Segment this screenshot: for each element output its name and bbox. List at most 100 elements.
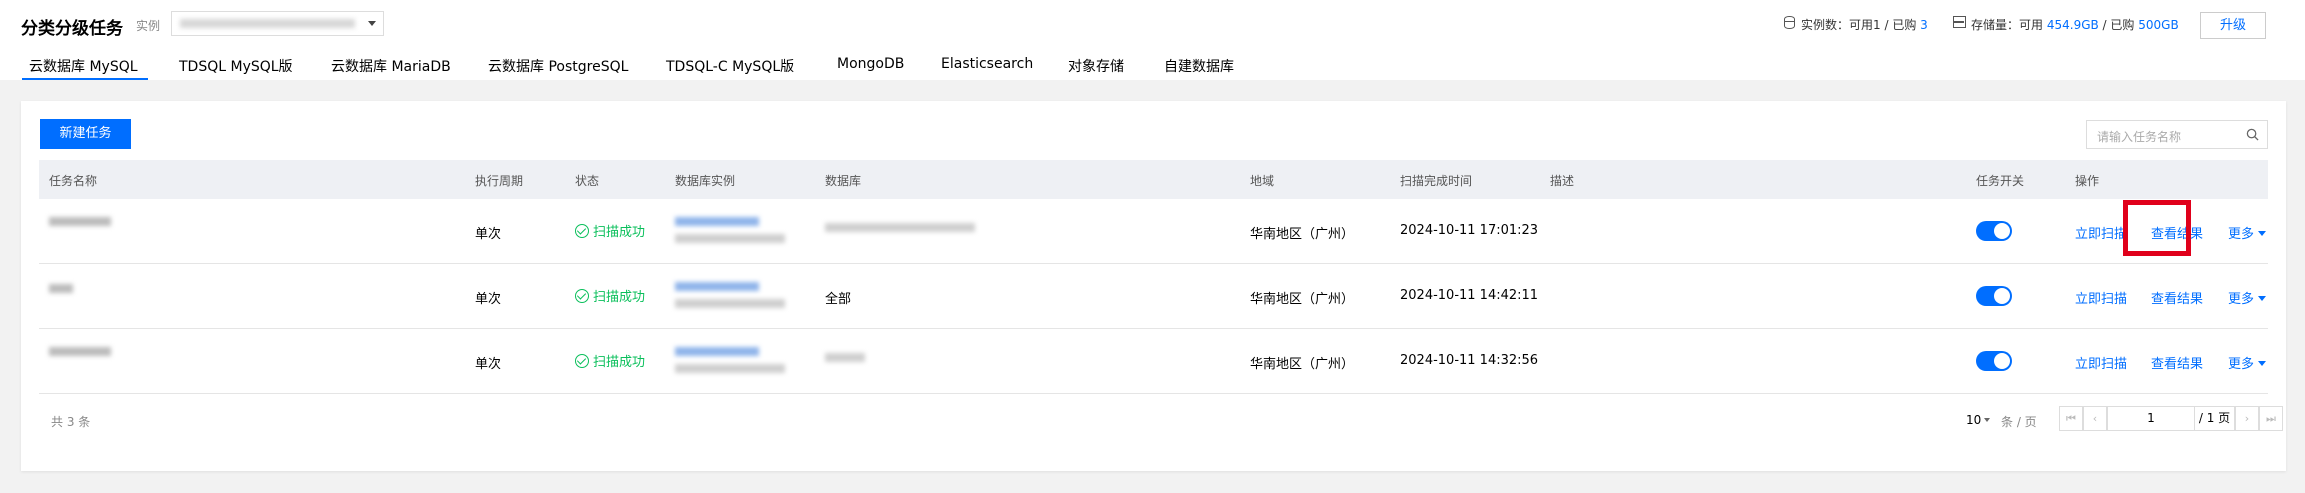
storage-sep: / 已购 [2098,18,2135,32]
storage-purchased: 500GB [2138,18,2179,32]
status-badge: 扫描成功 [575,221,645,240]
storage-available: 454.9GB [2046,18,2099,32]
caret-down-icon [2258,361,2267,366]
instance-link-redacted[interactable] [675,217,759,226]
page-header: 分类分级任务 实例 实例数：可用1 / 已购 3 存储量：可用 454.9GB … [0,0,2305,80]
finished-time-cell: 2024-10-11 17:01:23 [1400,223,1539,238]
task-name-redacted [49,284,73,293]
toggle-knob [1994,353,2010,369]
col-switch: 任务开关 [1976,174,2025,188]
scan-now-link[interactable]: 立即扫描 [2075,223,2127,242]
col-task-name: 任务名称 [49,174,98,188]
toggle-knob [1994,223,2010,239]
region-cell: 华南地区（广州） [1250,357,1355,372]
highlight-box [2123,200,2191,256]
tab-postgresql[interactable]: 云数据库 PostgreSQL [488,56,628,76]
col-instance: 数据库实例 [675,174,736,188]
tab-mysql[interactable]: 云数据库 MySQL [29,56,138,76]
tab-elasticsearch[interactable]: Elasticsearch [941,56,1033,72]
upgrade-button[interactable]: 升级 [2200,12,2266,39]
storage-quota-label: 存储量：可用 [1971,18,2044,32]
col-actions: 操作 [2075,174,2100,188]
instance-link-redacted[interactable] [675,347,759,356]
tab-self-built-db[interactable]: 自建数据库 [1164,56,1234,76]
caret-down-icon [1984,418,1991,422]
status-text: 扫描成功 [593,355,646,370]
tab-object-storage[interactable]: 对象存储 [1068,56,1124,76]
col-status: 状态 [575,174,600,188]
next-page-icon[interactable]: › [2235,406,2259,431]
pagination-bar: 共 3 条 10 条 / 页 ⏮ ‹ 1 / 1 页 › ⏭ [39,397,2283,443]
more-menu[interactable]: 更多 [2228,353,2267,372]
status-badge: 扫描成功 [575,286,645,305]
task-name-redacted [49,217,111,226]
database-redacted [825,223,975,232]
instance-sub-redacted [675,364,785,373]
page-size-select[interactable]: 10 [1966,413,1991,427]
more-menu[interactable]: 更多 [2228,288,2267,307]
task-name-redacted [49,347,111,356]
col-cycle: 执行周期 [475,174,524,188]
new-task-button[interactable]: 新建任务 [40,119,131,149]
search-placeholder: 请输入任务名称 [2097,130,2182,144]
task-switch-toggle[interactable] [1976,286,2012,306]
caret-down-icon [2258,296,2267,301]
search-input[interactable]: 请输入任务名称 [2086,120,2268,149]
more-label: 更多 [2228,357,2255,372]
finished-time-cell: 2024-10-11 14:42:11 [1400,288,1539,303]
first-page-icon[interactable]: ⏮ [2059,406,2083,431]
tab-tdsql-mysql[interactable]: TDSQL MySQL版 [179,56,293,76]
page-number-input[interactable]: 1 [2107,406,2195,431]
col-desc: 描述 [1550,174,1575,188]
instance-quota: 实例数：可用1 / 已购 3 [1801,16,1928,33]
database-cell: 全部 [825,292,852,307]
storage-icon [1953,16,1966,28]
more-label: 更多 [2228,227,2255,242]
page-title: 分类分级任务 [21,19,123,39]
more-label: 更多 [2228,292,2255,307]
more-menu[interactable]: 更多 [2228,223,2267,242]
table-row: 单次 扫描成功 华南地区（广州） 2024-10-11 17:01:23 立即扫… [39,199,2268,264]
task-card: 新建任务 请输入任务名称 任务名称 执行周期 状态 数据库实例 数据库 地域 扫… [21,101,2286,471]
instance-link-redacted[interactable] [675,282,759,291]
tab-mariadb[interactable]: 云数据库 MariaDB [331,56,451,76]
search-icon[interactable] [2246,128,2259,141]
tab-tdsql-c[interactable]: TDSQL-C MySQL版 [666,56,794,76]
total-pages: / 1 页 [2195,406,2235,431]
check-circle-icon [575,289,589,303]
view-results-link[interactable]: 查看结果 [2151,353,2203,372]
cycle-cell: 单次 [475,357,502,372]
region-cell: 华南地区（广州） [1250,227,1355,242]
col-database: 数据库 [825,174,862,188]
database-redacted [825,353,865,362]
caret-down-icon [2258,231,2267,236]
table-row: 单次 扫描成功 全部 华南地区（广州） 2024-10-11 14:42:11 … [39,264,2268,329]
scan-now-link[interactable]: 立即扫描 [2075,288,2127,307]
instance-label: 实例 [136,19,161,33]
page-size-value: 10 [1966,413,1982,427]
prev-page-icon[interactable]: ‹ [2083,406,2107,431]
task-switch-toggle[interactable] [1976,351,2012,371]
tab-mongodb[interactable]: MongoDB [837,56,904,72]
storage-quota: 存储量：可用 454.9GB / 已购 500GB [1971,16,2179,33]
chevron-down-icon [368,21,376,26]
last-page-icon[interactable]: ⏭ [2259,406,2283,431]
col-region: 地域 [1250,174,1275,188]
instance-select-value-redacted [180,19,355,28]
per-page-label: 条 / 页 [2001,415,2037,429]
region-cell: 华南地区（广州） [1250,292,1355,307]
instance-sep: / 已购 [1880,18,1917,32]
cycle-cell: 单次 [475,227,502,242]
col-finished: 扫描完成时间 [1400,174,1473,188]
task-switch-toggle[interactable] [1976,221,2012,241]
scan-now-link[interactable]: 立即扫描 [2075,353,2127,372]
instance-select[interactable] [171,11,384,36]
status-text: 扫描成功 [593,225,646,240]
cycle-cell: 单次 [475,292,502,307]
view-results-link[interactable]: 查看结果 [2151,288,2203,307]
check-circle-icon [575,354,589,368]
product-tabs: 云数据库 MySQL TDSQL MySQL版 云数据库 MariaDB 云数据… [0,52,2305,80]
active-tab-indicator [22,78,148,80]
instance-sub-redacted [675,234,785,243]
toggle-knob [1994,288,2010,304]
